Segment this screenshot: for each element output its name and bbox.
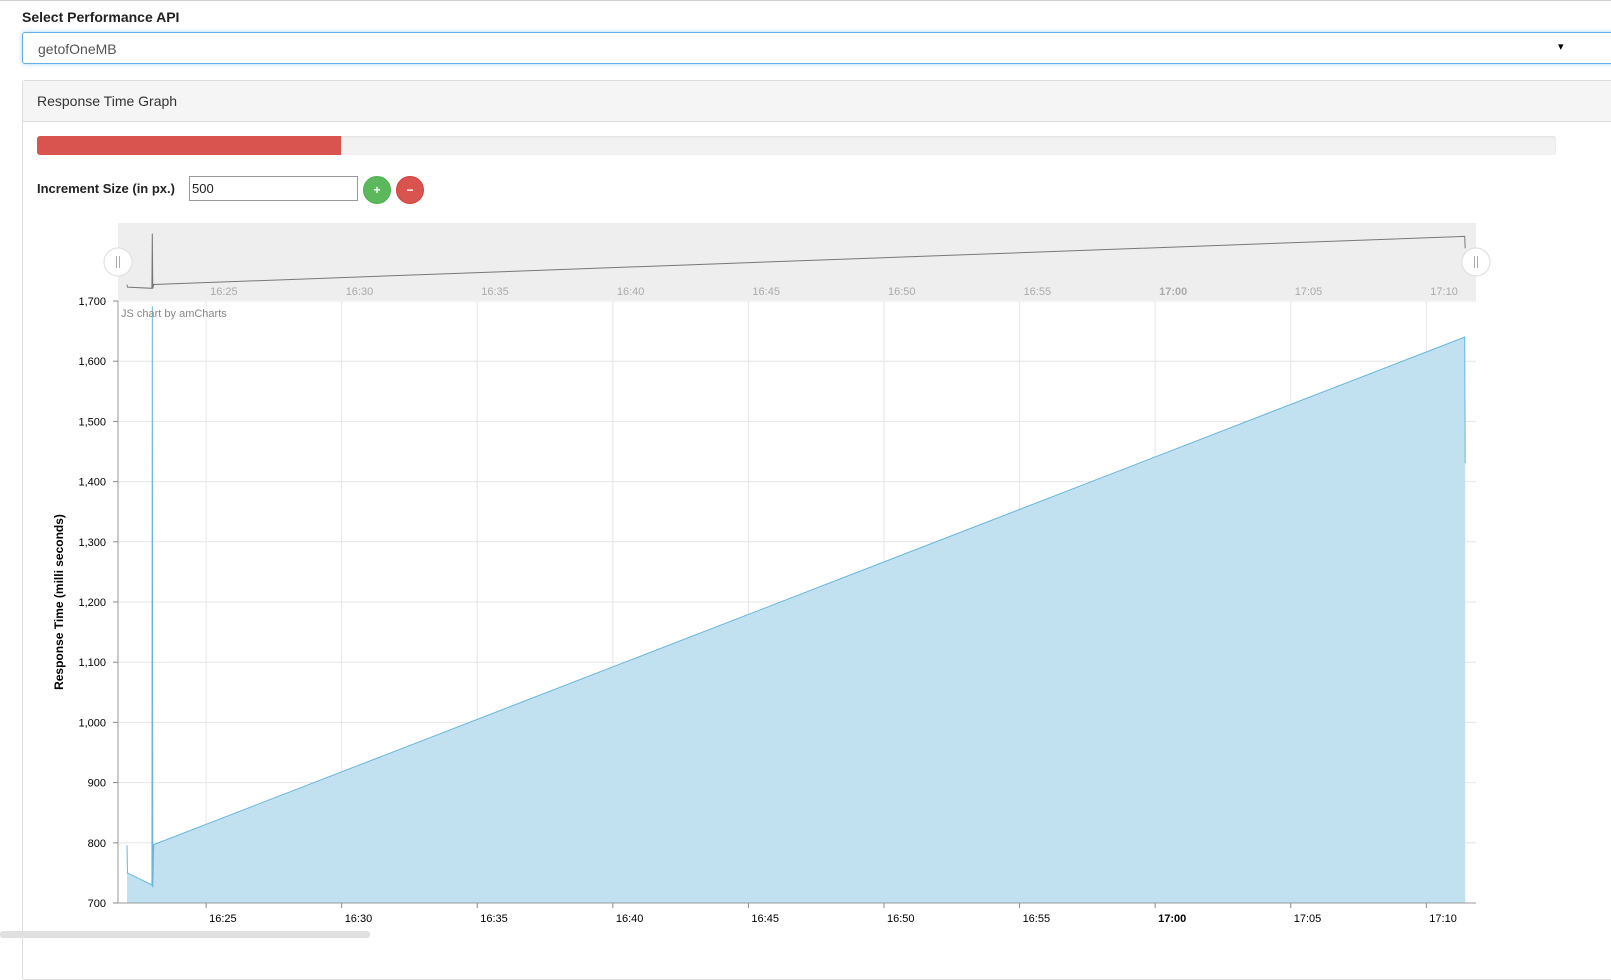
y-axis-title: Response Time (milli seconds): [52, 514, 66, 690]
scrollbar-tick-label: 16:35: [481, 286, 509, 298]
data-point: [1464, 461, 1466, 463]
y-tick-label: 1,600: [78, 356, 106, 368]
scrollbar-tick-label: 16:25: [210, 286, 238, 298]
y-tick-label: 1,100: [78, 657, 106, 669]
x-tick-label: 16:50: [887, 913, 915, 925]
y-tick-label: 1,700: [78, 296, 106, 308]
scrollbar-tick-label: 16:40: [617, 286, 645, 298]
response-time-chart: 16:25 16:30 16:35 16:40 16:45 16:50 16:55 17:00…: [52, 223, 1491, 925]
chart-plot-area: 700 800 900 1,000 1,100 1,200 1,300 1,400 1,500 1…: [52, 296, 1476, 925]
x-tick-label: 16:55: [1023, 913, 1051, 925]
scrollbar-right-handle[interactable]: [1461, 247, 1491, 277]
x-tick-label: 16:35: [480, 913, 508, 925]
y-tick-label: 900: [88, 778, 106, 790]
data-point: [126, 845, 128, 847]
scrollbar-background[interactable]: [118, 223, 1476, 300]
data-point: [1464, 336, 1466, 338]
data-point: [126, 872, 129, 874]
y-tick-label: 1,300: [78, 537, 106, 549]
x-tick-label: 17:00: [1158, 913, 1186, 925]
y-tick-label: 1,000: [78, 717, 106, 729]
data-point: [152, 886, 154, 888]
scrollbar-tick-label: 17:10: [1430, 286, 1458, 298]
scrollbar-tick-label: 16:55: [1024, 286, 1052, 298]
x-tick-label: 16:30: [345, 913, 373, 925]
y-tick-label: 1,200: [78, 597, 106, 609]
x-tick-label: 17:10: [1429, 913, 1457, 925]
scrollbar-tick-label: 16:45: [752, 286, 780, 298]
scrollbar-tick-label: 16:50: [888, 286, 916, 298]
x-tick-label: 17:05: [1294, 913, 1322, 925]
chart-credit-label: JS chart by amCharts: [121, 308, 227, 320]
x-tick-label: 16:40: [616, 913, 644, 925]
y-tick-label: 800: [88, 838, 106, 850]
y-tick-label: 700: [88, 898, 106, 910]
scrollbar-tick-label: 17:05: [1295, 286, 1323, 298]
y-tick-label: 1,400: [78, 477, 106, 489]
scrollbar-left-handle[interactable]: [103, 247, 133, 277]
y-tick-label: 1,500: [78, 416, 106, 428]
scrollbar-tick-label: 17:00: [1159, 286, 1187, 298]
x-tick-label: 16:45: [751, 913, 779, 925]
x-tick-label: 16:25: [209, 913, 237, 925]
data-point: [153, 844, 155, 846]
scrollbar-tick-label: 16:30: [346, 286, 374, 298]
chart-scrollbar[interactable]: 16:25 16:30 16:35 16:40 16:45 16:50 16:55 17:00…: [103, 223, 1491, 300]
series-area-fill: [127, 307, 1466, 903]
horizontal-scrollbar[interactable]: [0, 931, 370, 938]
data-point: [151, 884, 153, 886]
